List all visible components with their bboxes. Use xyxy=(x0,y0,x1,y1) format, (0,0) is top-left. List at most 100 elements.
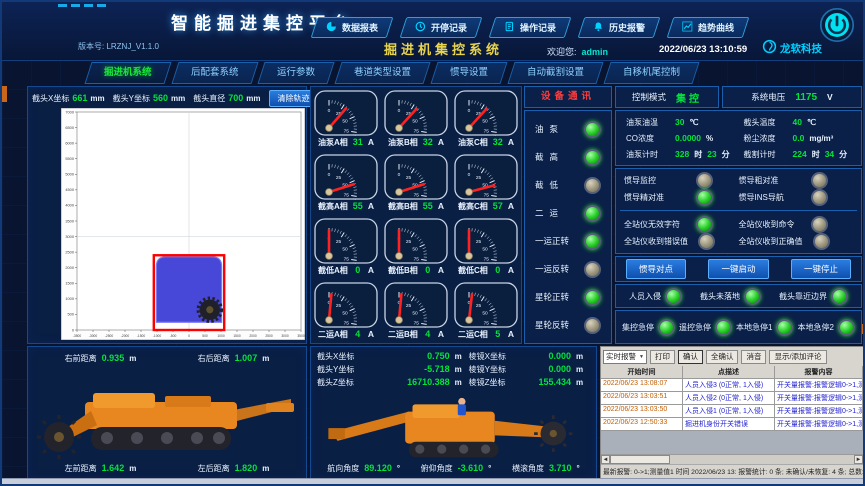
alarm-row[interactable]: 2022/06/23 13:08:07人员入侵3 (0正常, 1入侵)开关量报警… xyxy=(601,379,863,392)
field-value: 1.007 xyxy=(235,353,258,363)
gauge-label: 截低A相 xyxy=(318,265,348,276)
coordinate-field: 棱镜X坐标0.000m xyxy=(469,351,590,362)
alarm-column-header[interactable]: 开始时间 xyxy=(601,366,683,379)
gauge-9: 0255075100 二运A相4A xyxy=(311,279,381,343)
alarm-column-header[interactable]: 点描述 xyxy=(683,366,775,379)
gauge-7: 0255075100 截低B相0A xyxy=(381,215,451,279)
action-button-2[interactable]: 一键停止 xyxy=(791,259,851,279)
action-button-1[interactable]: 一键启动 xyxy=(708,259,768,279)
metric-unit: 分 xyxy=(839,149,847,160)
svg-text:75: 75 xyxy=(414,192,420,198)
field-value: 0.000 xyxy=(525,351,571,361)
alarm-toolbar-button-1[interactable]: 确认 xyxy=(678,350,703,364)
gauge-value: 57 xyxy=(492,201,504,211)
metric-unit: ℃ xyxy=(689,118,698,127)
field-label: 棱镜Y坐标 xyxy=(469,364,525,375)
action-button-0[interactable]: 惯导对点 xyxy=(626,259,686,279)
distance-field: 右后距离1.007m xyxy=(198,353,270,364)
comm-item: 截低 xyxy=(535,177,601,194)
header-nav-button[interactable]: 趋势曲线 xyxy=(667,17,750,38)
alarm-column-header[interactable]: 报警内容 xyxy=(775,366,863,379)
alarm-toolbar-button-0[interactable]: 打印 xyxy=(650,350,675,364)
alarm-mode-select[interactable]: 实时报警 ▼ xyxy=(603,350,647,364)
coordinates-grid: 截头X坐标0.750m棱镜X坐标0.000m截头Y坐标-5.718m棱镜Y坐标0… xyxy=(317,351,590,388)
svg-text:3500: 3500 xyxy=(297,334,305,338)
metric: 油泵计时328时23分 xyxy=(626,146,744,162)
tab-5[interactable]: 自动截割设置 xyxy=(508,62,604,84)
window-scrollbar-strip[interactable] xyxy=(2,478,863,484)
scrollbar-thumb[interactable] xyxy=(610,455,670,464)
svg-text:25: 25 xyxy=(476,175,482,181)
header-nav-button[interactable]: 操作记录 xyxy=(489,17,572,38)
alarm-toolbar-button-3[interactable]: 消音 xyxy=(741,350,766,364)
tab-0[interactable]: 掘进机系统 xyxy=(84,62,171,84)
nav-button-label: 历史报警 xyxy=(609,21,645,34)
alarm-hscrollbar[interactable]: ◄ ► xyxy=(601,454,863,464)
machine-side-view-image xyxy=(33,369,303,461)
tab-1[interactable]: 后配套系统 xyxy=(171,62,258,84)
alarm-toolbar-button-4[interactable]: 显示/添加评论 xyxy=(769,350,826,364)
tab-3[interactable]: 巷道类型设置 xyxy=(334,62,430,84)
alarm-history-icon xyxy=(593,19,604,37)
gauge-8: 0255075100 截低C相0A xyxy=(451,215,521,279)
svg-text:-3000: -3000 xyxy=(89,334,98,338)
tab-bar: 掘进机系统后配套系统运行参数巷道类型设置惯导设置自动截割设置自移机尾控制 xyxy=(88,62,857,84)
svg-text:-1500: -1500 xyxy=(137,334,146,338)
gauge-value: 4 xyxy=(352,329,364,339)
field-unit: m xyxy=(262,464,269,473)
power-button[interactable] xyxy=(819,7,855,43)
svg-text:50: 50 xyxy=(342,247,348,253)
svg-text:3000: 3000 xyxy=(281,334,289,338)
field-unit: m xyxy=(576,378,590,387)
status-led-on xyxy=(584,121,601,138)
nav-status-label: 全站仪无效字符 xyxy=(624,219,686,230)
field-label: 左后距离 xyxy=(198,463,230,474)
header-nav-button[interactable]: 数据报表 xyxy=(311,17,394,38)
comm-item-label: 二运 xyxy=(535,207,564,219)
field-value: 700 xyxy=(228,93,243,103)
svg-text:1500: 1500 xyxy=(233,334,241,338)
gauge-unit: A xyxy=(368,265,374,275)
brand-name: 龙软科技 xyxy=(780,41,822,56)
svg-text:50: 50 xyxy=(482,311,488,317)
alarm-cell: 人员入侵3 (0正常, 1入侵) xyxy=(683,379,775,392)
brand-logo-icon xyxy=(762,39,777,57)
alarm-row[interactable]: 2022/06/23 12:50:33掘进机身份开关错误开关量报警:报警逻辑0-… xyxy=(601,418,863,431)
svg-text:50: 50 xyxy=(412,247,418,253)
scroll-left-icon[interactable]: ◄ xyxy=(601,455,610,464)
gauge-dial: 0255075100 xyxy=(314,218,378,264)
alarm-toolbar-button-2[interactable]: 全确认 xyxy=(706,350,739,364)
svg-text:500: 500 xyxy=(68,312,75,317)
alarm-table-empty-area xyxy=(601,431,863,454)
header-bar: 智能掘进集控平台 版本号: LRZNJ_V1.1.0 数据报表开停记录操作记录历… xyxy=(2,2,863,61)
alarm-row[interactable]: 2022/06/23 13:03:50人员入侵1 (0正常, 1入侵)开关量报警… xyxy=(601,405,863,418)
metric-unit: 分 xyxy=(722,149,730,160)
safety-label: 人员入侵 xyxy=(629,291,661,302)
header-nav-button[interactable]: 历史报警 xyxy=(578,17,661,38)
gauge-3: 0255075100 截高A相55A xyxy=(311,151,381,215)
header-nav-button[interactable]: 开停记录 xyxy=(400,17,483,38)
tab-6[interactable]: 自移机尾控制 xyxy=(604,62,700,84)
tab-4[interactable]: 惯导设置 xyxy=(430,62,507,84)
alarm-cell: 开关量报警:报警逻辑0->1,测量值1 xyxy=(775,379,863,392)
tab-label: 运行参数 xyxy=(277,63,315,83)
edge-accent-left xyxy=(2,86,7,102)
metric-unit: ℃ xyxy=(807,118,816,127)
gauge-value: 32 xyxy=(422,137,434,147)
tab-2[interactable]: 运行参数 xyxy=(257,62,334,84)
comm-item-label: 一运正转 xyxy=(535,235,569,247)
alarm-row[interactable]: 2022/06/23 13:03:51人员入侵2 (0正常, 1入侵)开关量报警… xyxy=(601,392,863,405)
gauge-value: 32 xyxy=(492,137,504,147)
device-comm-title: 设备通讯 xyxy=(525,87,611,107)
safety-item: 截头未落地 xyxy=(700,288,761,305)
scroll-right-icon[interactable]: ► xyxy=(854,455,863,464)
field-value: 560 xyxy=(153,93,168,103)
field-label: 航向角度 xyxy=(327,463,359,474)
gauge-0: 0255075100 油泵A相31A xyxy=(311,87,381,151)
cutting-fields: 截头X坐标661mm截头Y坐标560mm截头直径700mm xyxy=(32,93,263,104)
svg-text:25: 25 xyxy=(476,303,482,309)
gauge-unit: A xyxy=(508,265,514,275)
svg-text:500: 500 xyxy=(202,334,208,338)
alarm-cell: 开关量报警:报警逻辑0->1,测量值1 xyxy=(775,405,863,418)
nav-button-label: 开停记录 xyxy=(431,21,467,34)
